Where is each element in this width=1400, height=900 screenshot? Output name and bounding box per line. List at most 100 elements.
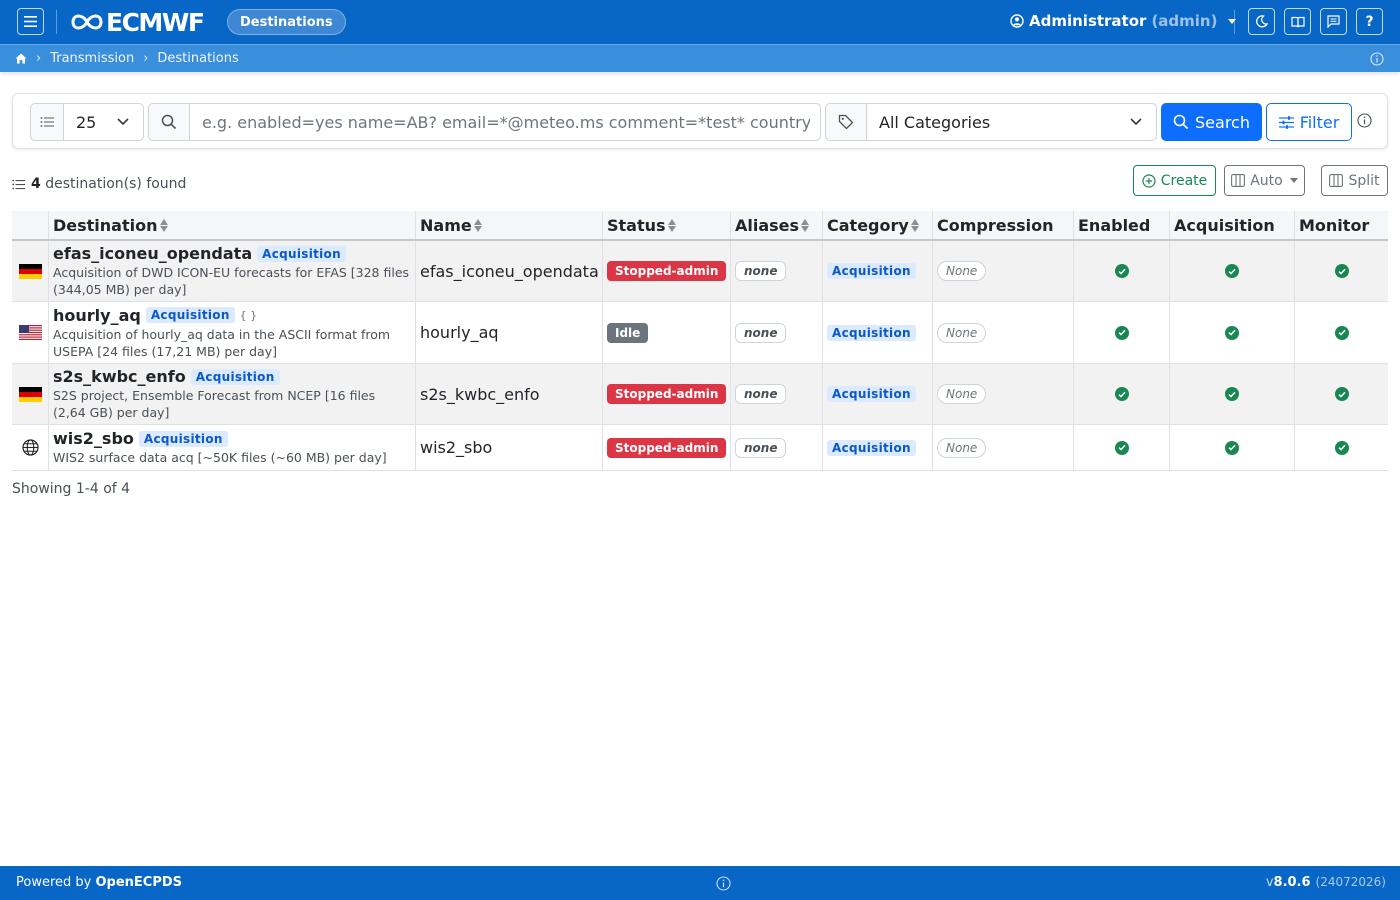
hamburger-icon <box>24 16 37 27</box>
dark-mode-button[interactable] <box>1248 8 1275 35</box>
status-badge: Idle <box>607 322 649 343</box>
column-header-monitor: Monitor <box>1294 211 1388 239</box>
destination-cell[interactable]: hourly_aq Acquisition { } Acquisition of… <box>48 302 415 363</box>
list-icon <box>12 179 25 189</box>
destination-cell[interactable]: s2s_kwbc_enfo Acquisition S2S project, E… <box>48 364 415 424</box>
search-input[interactable]: e.g. enabled=yes name=AB? email=*@meteo.… <box>189 103 821 141</box>
destination-name-link[interactable]: hourly_aq <box>53 306 141 325</box>
page-size-addon <box>30 103 64 141</box>
sort-icon <box>473 218 482 232</box>
destination-cell[interactable]: wis2_sbo Acquisition WIS2 surface data a… <box>48 425 415 470</box>
category-select[interactable]: All Categories <box>866 103 1157 141</box>
powered-by-link[interactable]: OpenECPDS <box>96 875 183 890</box>
ecmwf-logo-icon <box>71 14 103 30</box>
tag-icon <box>838 114 854 130</box>
navbar-divider <box>56 10 57 34</box>
info-icon[interactable] <box>1370 52 1384 70</box>
status-badge: Stopped-admin <box>607 384 727 404</box>
acquisition-cell <box>1169 425 1294 470</box>
column-header-status[interactable]: Status <box>602 211 730 239</box>
compression-badge: None <box>937 261 987 281</box>
search-icon <box>1173 114 1189 130</box>
check-circle-icon <box>1225 325 1239 340</box>
pagination-summary: Showing 1-4 of 4 <box>12 481 131 497</box>
filter-button-label: Filter <box>1299 112 1340 132</box>
destination-name-link[interactable]: wis2_sbo <box>53 429 134 448</box>
country-flag-cell <box>12 241 48 301</box>
breadcrumb: › Transmission › Destinations <box>0 44 1400 72</box>
question-mark-icon: ? <box>1365 13 1374 30</box>
destination-cell[interactable]: efas_iconeu_opendata Acquisition Acquisi… <box>48 241 415 301</box>
version-info: v8.0.6 (24072026) <box>1266 875 1386 890</box>
table-row[interactable]: wis2_sbo Acquisition WIS2 surface data a… <box>12 425 1388 471</box>
destination-description: Acquisition of DWD ICON-EU forecasts for… <box>53 265 410 297</box>
breadcrumb-transmission[interactable]: Transmission <box>50 51 134 66</box>
column-header-destination[interactable]: Destination <box>48 211 415 239</box>
acquisition-cell <box>1169 302 1294 363</box>
category-cell: Acquisition <box>822 241 932 301</box>
sort-icon <box>159 218 168 232</box>
check-circle-icon <box>1225 440 1239 455</box>
search-button-label: Search <box>1195 112 1250 132</box>
columns-icon <box>1329 174 1344 187</box>
column-header-label: Destination <box>53 215 158 235</box>
table-row[interactable]: efas_iconeu_opendata Acquisition Acquisi… <box>12 241 1388 302</box>
table-row[interactable]: s2s_kwbc_enfo Acquisition S2S project, E… <box>12 364 1388 425</box>
split-button[interactable]: Split <box>1321 165 1388 196</box>
footer-info-icon[interactable] <box>716 876 731 895</box>
column-header-aliases[interactable]: Aliases <box>730 211 822 239</box>
page-title-pill: Destinations <box>227 9 346 35</box>
destination-name-link[interactable]: s2s_kwbc_enfo <box>53 367 186 386</box>
category-badge: Acquisition <box>827 439 916 456</box>
us-flag-icon <box>18 325 42 340</box>
build-number: (24072026) <box>1315 875 1386 889</box>
caret-down-icon <box>1289 178 1298 183</box>
chevron-down-icon <box>117 118 129 126</box>
column-header-category[interactable]: Category <box>822 211 932 239</box>
aliases-badge: none <box>735 437 787 458</box>
category-cell: Acquisition <box>822 364 932 424</box>
category-badge: Acquisition <box>827 263 916 279</box>
split-button-label: Split <box>1348 172 1380 189</box>
search-help-info-icon[interactable] <box>1357 113 1372 132</box>
check-circle-icon <box>1225 387 1239 401</box>
user-menu-dropdown[interactable]: Administrator (admin) <box>1010 12 1237 30</box>
search-panel: 25 e.g. enabled=yes name=AB? email=*@met… <box>12 93 1388 149</box>
enabled-cell <box>1073 302 1169 363</box>
sort-icon <box>910 218 919 232</box>
chevron-down-icon <box>1228 18 1237 24</box>
column-header-name[interactable]: Name <box>415 211 602 239</box>
home-link[interactable] <box>15 53 27 64</box>
column-header-label: Monitor <box>1299 215 1370 235</box>
flag-column-header <box>12 211 48 239</box>
compression-cell: None <box>932 302 1073 363</box>
de-flag-icon <box>18 263 42 279</box>
user-circle-icon <box>1010 14 1024 28</box>
type-tag: Acquisition <box>138 430 228 447</box>
sort-icon <box>667 218 676 232</box>
help-button[interactable]: ? <box>1356 8 1383 35</box>
page-size-select[interactable]: 25 <box>63 103 144 141</box>
messages-button[interactable] <box>1320 8 1347 35</box>
check-circle-icon <box>1334 387 1349 401</box>
table-row[interactable]: hourly_aq Acquisition { } Acquisition of… <box>12 302 1388 364</box>
table-header: Destination Name Status Aliases Category… <box>12 211 1388 241</box>
filter-button[interactable]: Filter <box>1266 103 1352 141</box>
column-header-compression: Compression <box>932 211 1073 239</box>
column-width-dropdown[interactable]: Auto <box>1224 165 1305 196</box>
brand-logo[interactable]: ECMWF <box>70 8 205 37</box>
chat-icon <box>1327 15 1340 28</box>
aliases-badge: none <box>735 261 787 281</box>
acquisition-cell <box>1169 241 1294 301</box>
monitor-cell <box>1294 364 1388 424</box>
book-icon <box>1290 16 1305 27</box>
sidebar-toggle-button[interactable] <box>17 8 44 35</box>
aliases-cell: none <box>730 425 822 470</box>
create-button[interactable]: Create <box>1133 165 1216 196</box>
breadcrumb-destinations: Destinations <box>157 51 239 66</box>
documentation-button[interactable] <box>1284 8 1311 35</box>
destination-name-link[interactable]: efas_iconeu_opendata <box>53 244 252 263</box>
search-button[interactable]: Search <box>1161 103 1262 141</box>
check-circle-icon <box>1114 440 1129 455</box>
compression-badge: None <box>937 322 987 343</box>
